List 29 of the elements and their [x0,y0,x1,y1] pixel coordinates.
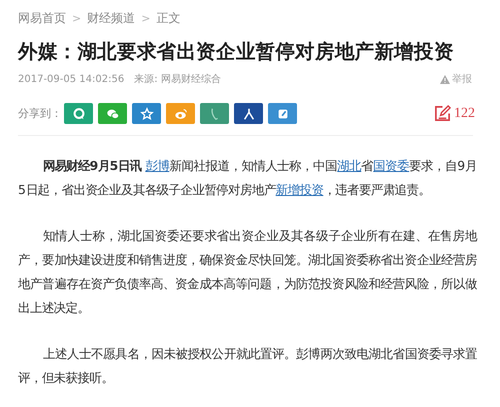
inline-link[interactable]: 湖北 [337,158,362,173]
inline-link[interactable]: 彭博 [145,158,170,173]
share-button[interactable] [132,103,161,124]
article-paragraph: 知情人士称，湖北国资委还要求省出资企业及其各级子企业所有在建、在售房地产，要加快建设进度和销售进度，确保资金尽快回笼。湖北国资委称省出资企业经营房地产普遍存在资产负债率高、资金成本高等问题，为防范投资风险和经营风险，所以做出上述决定。 [18,227,477,317]
share-label: 分享到： [18,106,62,121]
article-paragraph: 网易财经9月5日讯 彭博新闻社报道，知情人士称，中国湖北省国资委要求，自9月5日起，省出资企业及其各级子企业暂停对房地产新增投资，违者要严肃追责。 [18,157,477,199]
report-link[interactable]: 举报 [440,72,472,86]
edit-icon [434,105,451,122]
square-icon [276,106,290,120]
breadcrumb-link[interactable]: 网易首页 [18,10,66,26]
chat-bubble-icon [72,106,86,120]
star-icon [140,106,154,120]
share-button[interactable] [234,103,263,124]
inline-link[interactable]: 国资委 [373,158,410,173]
inline-link[interactable]: 新增投资 [276,182,324,197]
breadcrumb-separator: > [141,12,150,24]
article-title: 外媒：湖北要求省出资企业暂停对房地产新增投资 [18,39,455,65]
article-source: 来源: 网易财经综合 [134,72,221,86]
comment-count-link[interactable]: 122 [434,105,475,122]
share-button[interactable] [268,103,297,124]
article-paragraph: 上述人士不愿具名，因未被授权公开就此置评。彭博两次致电湖北省国资委寻求置评，但未获接听。 [18,345,477,387]
eye-icon [174,106,188,120]
publish-time: 2017-09-05 14:02:56 [18,74,124,84]
chat-bubbles-icon [106,106,120,120]
breadcrumb-link[interactable]: 财经频道 [87,10,136,26]
breadcrumb-separator: > [72,12,82,24]
person-icon [242,106,256,120]
warning-icon [440,74,450,84]
breadcrumb-link[interactable]: 正文 [156,10,180,26]
